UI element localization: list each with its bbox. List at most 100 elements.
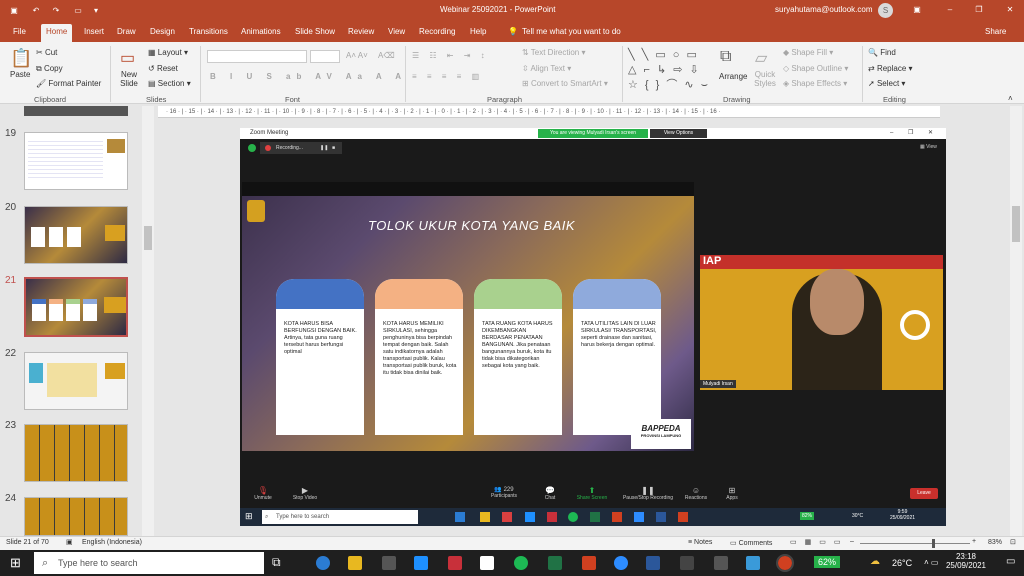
paste-button[interactable]: Paste — [10, 70, 30, 79]
tell-me-box[interactable]: Tell me what you want to do — [522, 27, 621, 36]
arrange-button[interactable]: Arrange — [719, 72, 747, 81]
section-button[interactable]: ▤ Section ▾ — [148, 79, 191, 88]
tab-file[interactable]: File — [13, 27, 26, 36]
find-button[interactable]: 🔍 Find — [868, 48, 896, 57]
l-app-icon[interactable] — [414, 556, 428, 570]
share-screen-button[interactable]: ⬆ Share Screen — [570, 486, 614, 501]
powerpoint-icon[interactable] — [776, 554, 794, 572]
tray-icons[interactable]: ˄ ▭ — [924, 558, 938, 567]
editor-scrollbar[interactable] — [1010, 106, 1022, 536]
stop-icon[interactable]: ■ — [332, 142, 335, 154]
zoom-slider-thumb[interactable] — [932, 539, 935, 548]
thumbnail-22[interactable] — [24, 352, 128, 410]
docs-icon[interactable] — [480, 556, 494, 570]
temperature[interactable]: 26°C — [892, 558, 912, 568]
select-button[interactable]: ➚ Select ▾ — [868, 79, 905, 88]
smartart-button[interactable]: ⊞ Convert to SmartArt ▾ — [522, 79, 608, 88]
taskbar-search[interactable]: ⌕ Type here to search — [34, 552, 264, 574]
format-painter-button[interactable]: 🖌 Format Painter — [36, 79, 101, 88]
tab-view[interactable]: View — [388, 27, 405, 36]
new-slide-icon[interactable]: ▭ — [120, 48, 135, 68]
apps-button[interactable]: ⊞ Apps — [720, 486, 744, 501]
tab-slideshow[interactable]: Slide Show — [295, 27, 335, 36]
maximize-icon[interactable]: ❐ — [972, 5, 986, 14]
pdf-icon[interactable] — [582, 556, 596, 570]
tab-help[interactable]: Help — [470, 27, 486, 36]
tab-design[interactable]: Design — [150, 27, 175, 36]
ribbon-display-icon[interactable]: ▣ — [910, 5, 924, 14]
participants-button[interactable]: 👥 229 Participants — [484, 486, 524, 499]
spellcheck-icon[interactable]: ▣ — [66, 538, 73, 546]
notifications-icon[interactable]: ▭ — [1006, 556, 1015, 567]
store-icon[interactable] — [382, 556, 396, 570]
align-buttons[interactable]: ≡ ≡ ≡ ≡ ▥ — [412, 72, 483, 81]
quick-styles-icon[interactable]: ▱ — [755, 48, 767, 68]
tab-review[interactable]: Review — [348, 27, 374, 36]
stop-video-button[interactable]: ▶ Stop Video — [288, 486, 322, 501]
layout-button[interactable]: ▦ Layout ▾ — [148, 48, 188, 57]
view-button[interactable]: ▦ View — [920, 144, 937, 150]
zoom-screenshot-image[interactable]: Zoom Meeting You are viewing Mulyadi Irs… — [240, 128, 946, 526]
font-style-buttons[interactable]: B I U S ab AV Aa A A — [210, 72, 407, 81]
zoom-in-icon[interactable]: + — [972, 538, 976, 545]
tab-insert[interactable]: Insert — [84, 27, 104, 36]
spotify-icon[interactable] — [514, 556, 528, 570]
zoom-minimize-icon[interactable]: – — [890, 128, 893, 139]
shape-outline-button[interactable]: ◇ Shape Outline ▾ — [783, 64, 848, 73]
tab-recording[interactable]: Recording — [419, 27, 455, 36]
tab-animations[interactable]: Animations — [241, 27, 281, 36]
chat-button[interactable]: 💬 Chat — [538, 486, 562, 501]
arrange-icon[interactable]: ⧉ — [720, 48, 731, 66]
customize-icon[interactable]: ▾ — [90, 5, 102, 17]
share-button[interactable]: Share — [985, 27, 1006, 36]
slide-thumbnails[interactable]: 19 20 21 22 23 24 — [0, 106, 140, 536]
thumbnail-21-selected[interactable] — [24, 277, 128, 337]
shape-fill-button[interactable]: ◆ Shape Fill ▾ — [783, 48, 833, 57]
avatar[interactable]: S — [878, 3, 893, 18]
shape-effects-button[interactable]: ◈ Shape Effects ▾ — [783, 79, 847, 88]
photos-icon[interactable] — [714, 556, 728, 570]
list-buttons[interactable]: ☰ ☷ ⇤ ⇥ ↕ — [412, 51, 489, 60]
app-icon[interactable] — [680, 556, 694, 570]
unmute-button[interactable]: 🎙 Unmute — [250, 486, 276, 501]
thumbnail-24[interactable] — [24, 497, 128, 536]
zoom-slider[interactable] — [860, 543, 970, 544]
clock[interactable]: 23:18 25/09/2021 — [944, 552, 988, 570]
tab-transitions[interactable]: Transitions — [189, 27, 228, 36]
pause-icon[interactable]: ❚❚ — [320, 142, 328, 154]
tab-home[interactable]: Home — [41, 24, 73, 42]
excel-icon[interactable] — [548, 556, 562, 570]
scrollbar-thumb[interactable] — [1012, 206, 1020, 242]
zoom-close-icon[interactable]: ✕ — [928, 128, 933, 139]
pause-recording-button[interactable]: ❚❚ Pause/Stop Recording — [616, 486, 680, 501]
file-explorer-icon[interactable] — [348, 556, 362, 570]
view-buttons[interactable]: ▭▦▭▭ — [790, 538, 848, 546]
scrollbar-thumb[interactable] — [144, 226, 152, 250]
quick-styles-button[interactable]: Quick Styles — [752, 70, 778, 88]
save-icon[interactable]: ▣ — [8, 5, 20, 17]
align-text-button[interactable]: ⇳ Align Text ▾ — [522, 64, 571, 73]
thumbnail-23[interactable] — [24, 424, 128, 482]
shapes-gallery[interactable]: ╲ ╲ ▭ ○ ▭ △ ⌐ ↳ ⇨ ⇩ ☆ { } ⌒ ∿ ⌣ — [628, 48, 713, 93]
font-size-box[interactable] — [310, 50, 340, 63]
edge-icon[interactable] — [316, 556, 330, 570]
cut-button[interactable]: ✂ Cut — [36, 48, 57, 57]
battery-indicator[interactable]: 62% — [814, 556, 841, 568]
zoom-level[interactable]: 83% — [988, 539, 1002, 546]
thumbnail-19[interactable] — [24, 132, 128, 190]
font-name-box[interactable] — [207, 50, 307, 63]
collapse-ribbon-icon[interactable]: ˄ — [1008, 94, 1013, 103]
leave-button[interactable]: Leave — [910, 488, 938, 499]
font-grow-icon[interactable]: A˄ A˅ — [346, 51, 368, 60]
close-icon[interactable]: ✕ — [1003, 5, 1017, 14]
copy-button[interactable]: ⧉ Copy — [36, 64, 63, 74]
reset-button[interactable]: ↺ Reset — [148, 64, 178, 73]
view-options-button[interactable]: View Options — [650, 129, 707, 138]
thumbnail-20[interactable] — [24, 206, 128, 264]
text-direction-button[interactable]: ⇅ Text Direction ▾ — [522, 48, 586, 57]
grid-app-icon[interactable] — [448, 556, 462, 570]
paste-icon[interactable]: 📋 — [10, 48, 32, 69]
word-icon[interactable] — [646, 556, 660, 570]
zoom-maximize-icon[interactable]: ❐ — [908, 128, 913, 139]
present-icon[interactable]: ▭ — [72, 5, 84, 17]
